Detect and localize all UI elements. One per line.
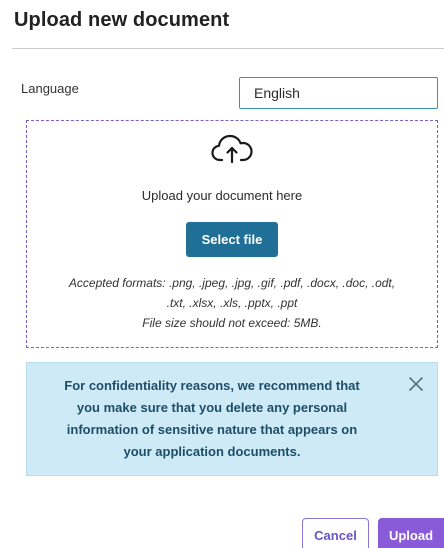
confidentiality-notice: For confidentiality reasons, we recommen… [26, 362, 438, 476]
cancel-button[interactable]: Cancel [302, 518, 369, 548]
accepted-formats: Accepted formats: .png, .jpeg, .jpg, .gi… [30, 273, 434, 333]
upload-prompt: Upload your document here [141, 188, 303, 203]
title-divider [12, 48, 444, 49]
language-field[interactable]: English [239, 77, 438, 109]
cloud-upload-icon [211, 134, 253, 164]
notice-line-1: For confidentiality reasons, we recommen… [64, 378, 360, 393]
formats-line-2: .txt, .xlsx, .xls, .pptx, .ppt [166, 296, 298, 310]
close-icon[interactable] [407, 375, 425, 393]
formats-line-1: Accepted formats: .png, .jpeg, .jpg, .gi… [68, 276, 396, 290]
notice-line-2: you make sure that you delete any person… [76, 400, 348, 415]
notice-text: For confidentiality reasons, we recommen… [47, 375, 377, 463]
language-label: Language [21, 81, 79, 96]
upload-document-dialog: Upload new document Language English Upl… [0, 0, 444, 548]
size-limit: File size should not exceed: 5MB. [142, 316, 322, 330]
notice-line-3: information of sensitive nature that app… [66, 422, 358, 437]
select-file-button[interactable]: Select file [186, 222, 278, 257]
notice-line-4: your application documents. [123, 444, 301, 459]
dialog-title: Upload new document [14, 9, 230, 31]
upload-button[interactable]: Upload [378, 518, 444, 548]
